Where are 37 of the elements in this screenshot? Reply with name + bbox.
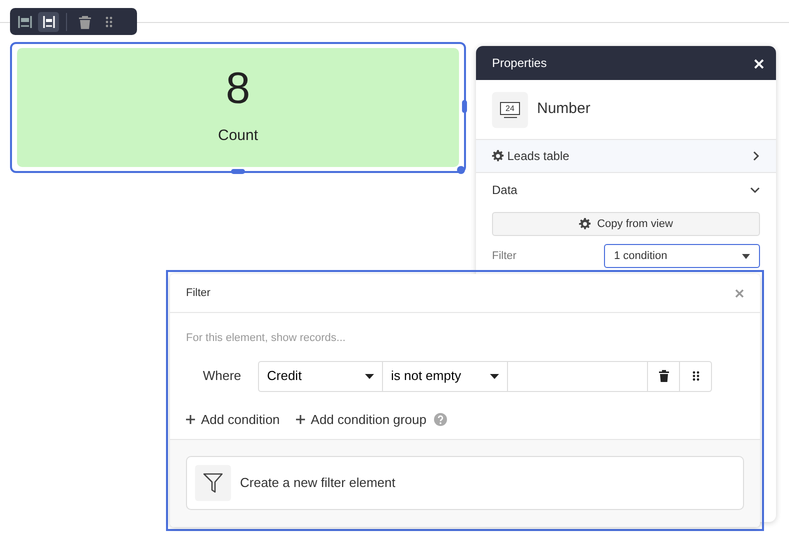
plus-icon — [296, 414, 305, 424]
create-filter-button[interactable]: Create a new filter element — [186, 456, 744, 510]
caret-icon — [365, 374, 374, 378]
count-value: 8 — [226, 67, 250, 112]
section-header[interactable]: Data — [476, 173, 776, 206]
gear-icon — [579, 218, 592, 230]
plus-icon — [186, 414, 195, 424]
gear-icon — [492, 150, 504, 162]
filter-label: Filter — [492, 248, 516, 264]
filter-dropdown[interactable]: 1 condition — [604, 244, 760, 268]
element-type: Number — [537, 99, 590, 120]
resize-handle[interactable] — [231, 169, 245, 174]
chevron-right-icon — [752, 151, 760, 161]
resize-handle[interactable] — [457, 166, 465, 174]
panel-title: Properties — [492, 55, 547, 72]
add-button[interactable]: Add condition — [186, 410, 280, 429]
number-icon: 24 — [492, 92, 528, 128]
value-field[interactable] — [508, 360, 648, 392]
delete-button[interactable] — [648, 360, 680, 392]
count-label: Count — [218, 126, 258, 146]
drag-handle[interactable] — [680, 360, 712, 392]
popup-title: Filter — [186, 286, 210, 301]
hint-text: For this element, show records... — [185, 331, 347, 346]
table-row[interactable]: Leads table — [476, 140, 776, 173]
operator-dropdown[interactable]: is not empty — [383, 360, 508, 392]
section-title: Data — [492, 182, 518, 198]
trash-icon — [658, 370, 668, 382]
copy-from-view-button[interactable]: Copy from view — [492, 212, 760, 236]
table-name: Leads table — [507, 148, 570, 165]
add-button[interactable]: Add condition group — [296, 410, 426, 429]
caret-icon — [742, 254, 750, 258]
filter-icon — [203, 472, 223, 494]
resize-handle[interactable] — [462, 100, 467, 113]
grip-icon — [692, 371, 700, 381]
where-label: Where — [202, 367, 242, 386]
field-dropdown[interactable]: Credit — [258, 360, 383, 392]
caret-icon — [490, 374, 499, 378]
